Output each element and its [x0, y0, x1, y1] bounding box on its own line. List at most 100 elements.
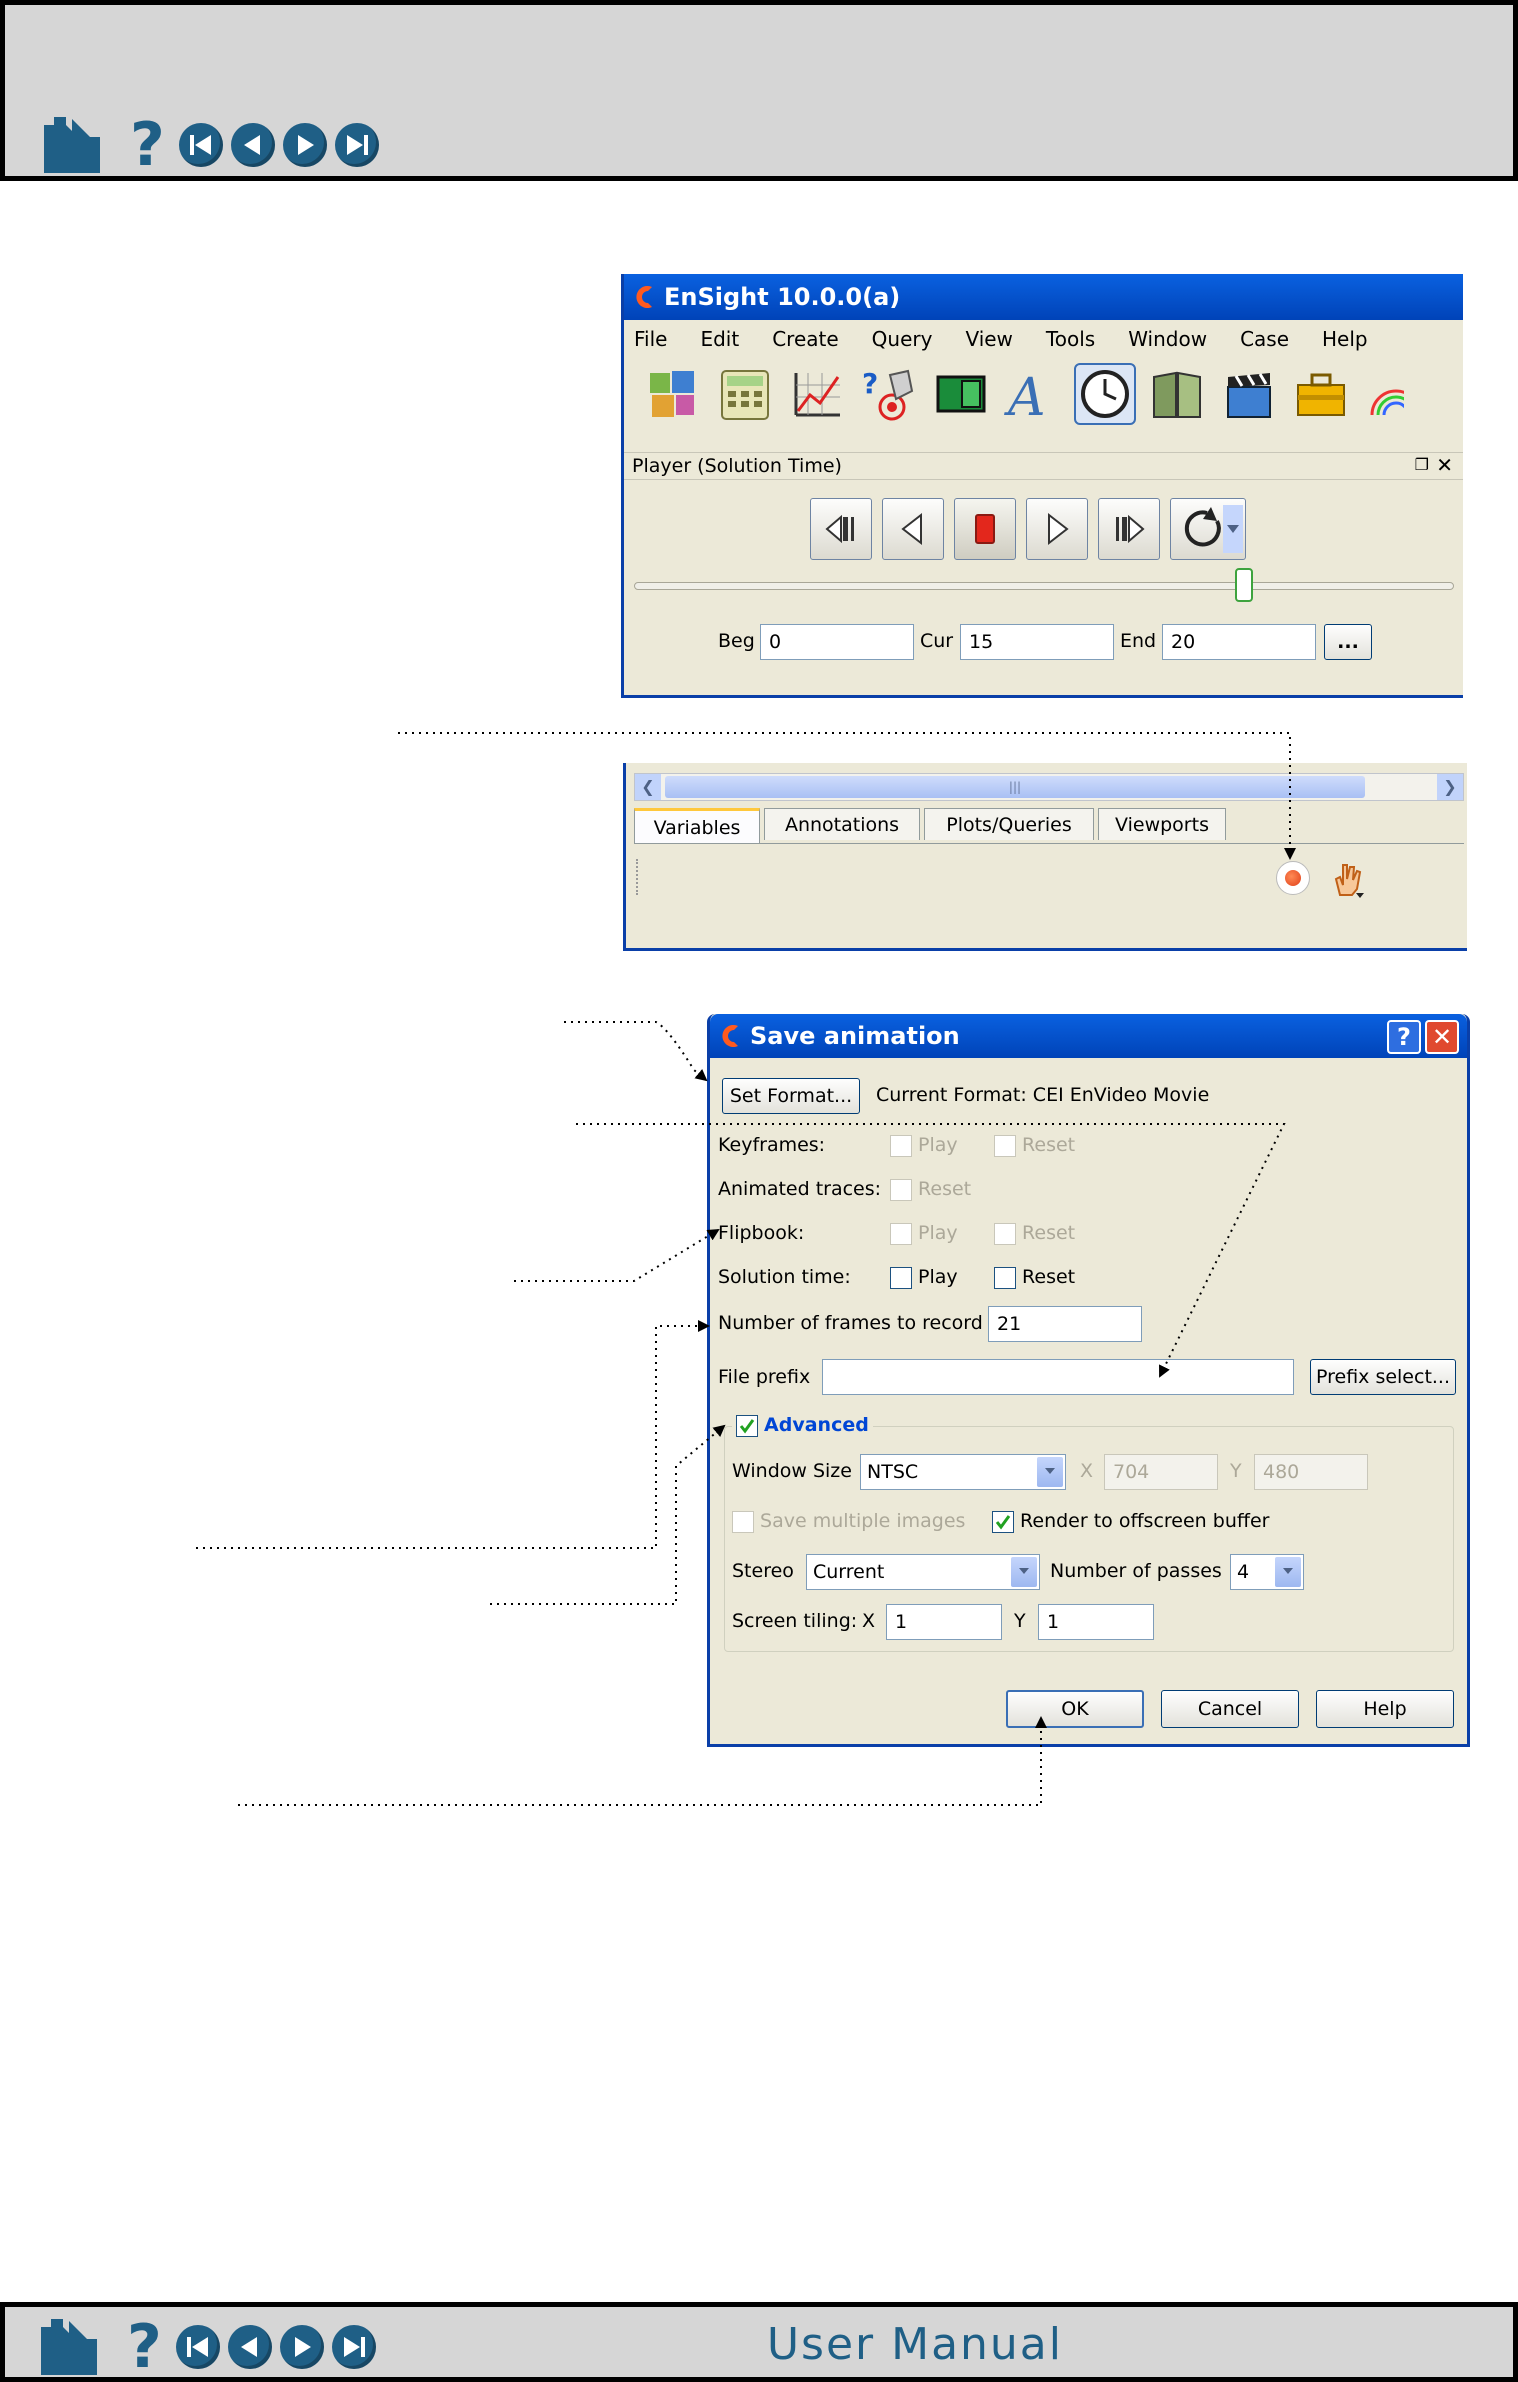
keyframes-reset-checkbox[interactable]: [994, 1134, 1016, 1157]
last-page-icon[interactable]: [331, 2325, 376, 2369]
callout-flipbook: [514, 1228, 720, 1282]
stereo-select[interactable]: Current: [806, 1554, 1040, 1590]
undock-icon[interactable]: ❐: [1415, 455, 1429, 474]
book-icon[interactable]: [1148, 365, 1206, 423]
home-icon[interactable]: [40, 117, 104, 173]
time-slider[interactable]: [634, 568, 1454, 602]
calculator-icon[interactable]: [716, 365, 774, 423]
flipbook-reset-checkbox[interactable]: [994, 1222, 1016, 1245]
previous-page-icon[interactable]: [230, 123, 275, 167]
solution-reset-checkbox[interactable]: [994, 1266, 1016, 1289]
file-prefix-field[interactable]: [822, 1359, 1294, 1395]
frames-field[interactable]: 21: [988, 1306, 1142, 1342]
cur-field[interactable]: 15: [960, 624, 1114, 660]
step-to-end-icon[interactable]: [1098, 498, 1160, 560]
dialog-close-icon[interactable]: ✕: [1425, 1020, 1459, 1054]
menu-window[interactable]: Window: [1128, 327, 1207, 351]
more-options-button[interactable]: ...: [1324, 624, 1372, 660]
tiling-x-field[interactable]: 1: [886, 1604, 1002, 1640]
main-toolbar: ? A: [624, 358, 1463, 430]
save-dialog-titlebar[interactable]: Save animation ? ✕: [710, 1014, 1467, 1058]
first-page-icon[interactable]: [175, 2325, 220, 2369]
footer-title: User Manual: [766, 2319, 1063, 2370]
keyframes-play-checkbox[interactable]: [890, 1134, 912, 1157]
window-y-field[interactable]: 480: [1254, 1454, 1368, 1490]
prefix-select-button[interactable]: Prefix select...: [1310, 1359, 1456, 1395]
save-multiple: Save multiple images: [732, 1510, 965, 1533]
flipbook-play-checkbox[interactable]: [890, 1222, 912, 1245]
menu-query[interactable]: Query: [872, 327, 933, 351]
help-icon[interactable]: ?: [127, 2317, 162, 2377]
first-page-icon[interactable]: [178, 123, 223, 167]
toolbox-icon[interactable]: [1292, 365, 1350, 423]
menu-edit[interactable]: Edit: [700, 327, 739, 351]
end-field[interactable]: 20: [1162, 624, 1316, 660]
tab-viewports[interactable]: Viewports: [1098, 808, 1226, 840]
render-offscreen-checkbox[interactable]: [992, 1510, 1014, 1533]
tab-plots-queries[interactable]: Plots/Queries: [924, 808, 1094, 840]
menu-create[interactable]: Create: [772, 327, 838, 351]
clapper-icon[interactable]: [1220, 365, 1278, 423]
callout-set-format: [564, 1021, 708, 1082]
render-offscreen: Render to offscreen buffer: [992, 1510, 1269, 1533]
parts-icon[interactable]: [644, 365, 702, 423]
help-button[interactable]: Help: [1316, 1690, 1454, 1728]
rainbow-icon[interactable]: [1364, 365, 1404, 423]
last-page-icon[interactable]: [334, 123, 379, 167]
time-slider-thumb[interactable]: [1235, 568, 1253, 602]
horizontal-scrollbar[interactable]: ❮ ||| ❯: [634, 773, 1464, 801]
advanced-checkbox[interactable]: [736, 1414, 758, 1437]
player-header: Player (Solution Time) ❐ ✕: [624, 452, 1463, 480]
passes-select[interactable]: 4: [1230, 1554, 1304, 1590]
scroll-thumb[interactable]: |||: [665, 776, 1365, 798]
menu-view[interactable]: View: [965, 327, 1012, 351]
save-dialog-title: Save animation: [750, 1022, 960, 1050]
dialog-help-icon[interactable]: ?: [1387, 1020, 1421, 1054]
advanced-toggle[interactable]: Advanced: [732, 1414, 873, 1437]
ok-button[interactable]: OK: [1006, 1690, 1144, 1728]
menu-case[interactable]: Case: [1240, 327, 1289, 351]
play-forward-icon[interactable]: [1026, 498, 1088, 560]
menu-help[interactable]: Help: [1322, 327, 1368, 351]
record-icon[interactable]: [1276, 861, 1310, 895]
hand-icon[interactable]: [1330, 859, 1364, 899]
svg-text:?: ?: [862, 367, 878, 400]
tiling-y-field[interactable]: 1: [1038, 1604, 1154, 1640]
solution-play-checkbox[interactable]: [890, 1266, 912, 1289]
scroll-right-icon[interactable]: ❯: [1437, 774, 1463, 800]
loop-icon[interactable]: [1170, 498, 1246, 560]
stop-icon[interactable]: [954, 498, 1016, 560]
callout-frames: [196, 1320, 710, 1549]
tab-annotations[interactable]: Annotations: [764, 808, 920, 840]
chevron-down-icon: [1037, 1457, 1063, 1487]
window-size-select[interactable]: NTSC: [860, 1454, 1066, 1490]
home-icon[interactable]: [37, 2319, 101, 2375]
query-icon[interactable]: ?: [860, 365, 918, 423]
passes-value: 4: [1237, 1561, 1250, 1583]
traces-reset-checkbox[interactable]: [890, 1178, 912, 1201]
clock-icon[interactable]: [1074, 363, 1136, 425]
player-panel: Player (Solution Time) ❐ ✕ Beg 0 Cur 15 …: [624, 452, 1463, 695]
menu-file[interactable]: File: [634, 327, 667, 351]
save-multiple-checkbox[interactable]: [732, 1510, 754, 1533]
passes-label: Number of passes: [1050, 1560, 1222, 1582]
beg-field[interactable]: 0: [760, 624, 914, 660]
plot-icon[interactable]: [788, 365, 846, 423]
close-panel-icon[interactable]: ✕: [1436, 453, 1453, 477]
help-icon[interactable]: ?: [130, 115, 165, 175]
next-page-icon[interactable]: [279, 2325, 324, 2369]
set-format-button[interactable]: Set Format...: [722, 1078, 860, 1114]
viewport-icon[interactable]: [932, 365, 990, 423]
next-page-icon[interactable]: [282, 123, 327, 167]
step-to-start-icon[interactable]: [810, 498, 872, 560]
window-x-field[interactable]: 704: [1104, 1454, 1218, 1490]
toolbar-grip[interactable]: [636, 859, 641, 895]
annotation-icon[interactable]: A: [1004, 365, 1062, 428]
menu-tools[interactable]: Tools: [1046, 327, 1095, 351]
previous-page-icon[interactable]: [227, 2325, 272, 2369]
tab-variables[interactable]: Variables: [634, 808, 760, 844]
play-backward-icon[interactable]: [882, 498, 944, 560]
ensight-titlebar[interactable]: EnSight 10.0.0(a): [624, 274, 1463, 320]
scroll-left-icon[interactable]: ❮: [635, 774, 661, 800]
cancel-button[interactable]: Cancel: [1161, 1690, 1299, 1728]
